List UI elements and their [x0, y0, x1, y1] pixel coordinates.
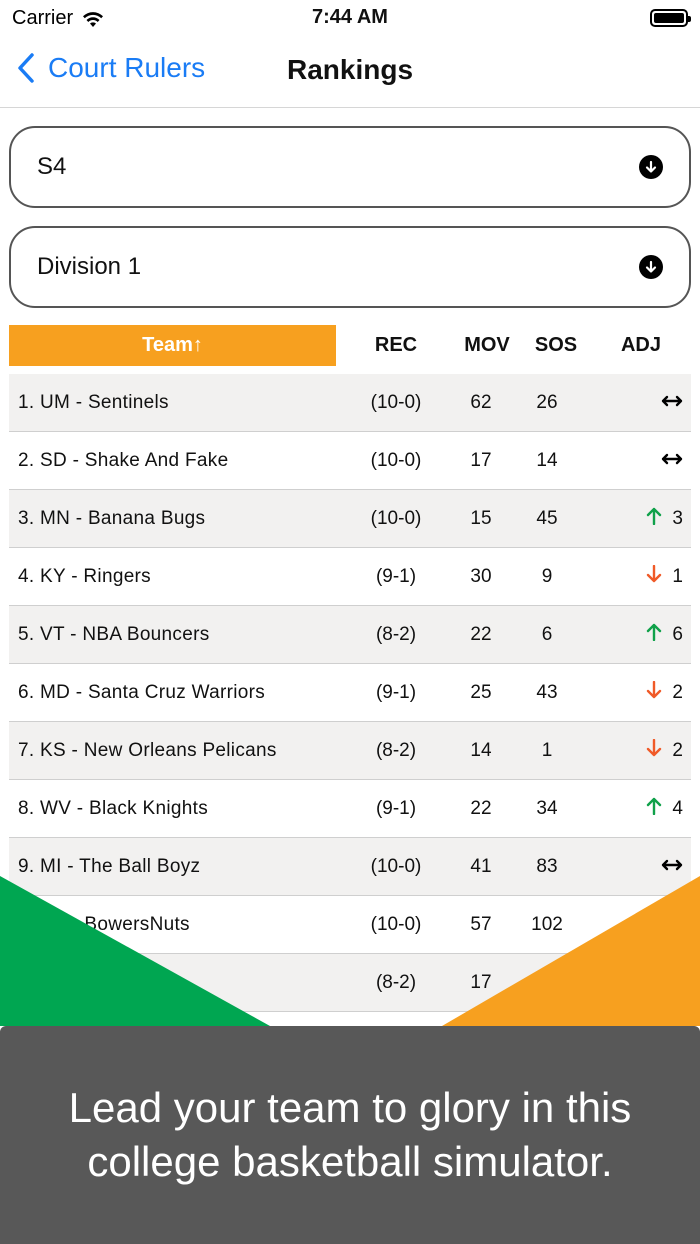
table-row[interactable]: 8. WV - Black Knights (9-1) 22 34 4	[9, 780, 691, 838]
arrow-up-icon	[646, 623, 662, 647]
adj-cell	[661, 374, 683, 431]
adj-value: 3	[672, 507, 683, 529]
arrow-left-right-icon	[661, 856, 683, 878]
sos-cell: 45	[536, 508, 558, 529]
sos-cell: 14	[536, 450, 558, 471]
team-name-cell: 7. KS - New Orleans Pelicans	[18, 740, 277, 761]
rankings-table-header: Team↑ REC MOV SOS ADJ	[9, 325, 691, 366]
arrow-down-circle-icon	[639, 155, 663, 179]
division-value: Division 1	[37, 253, 142, 280]
adj-cell: 2	[646, 722, 683, 779]
sos-cell: 102	[531, 914, 563, 935]
record-cell: (8-2)	[375, 972, 417, 993]
table-row[interactable]: 6. MD - Santa Cruz Warriors (9-1) 25 43 2	[9, 664, 691, 722]
arrow-down-circle-icon	[639, 255, 663, 279]
season-value: S4	[37, 153, 67, 180]
table-row[interactable]: 5. VT - NBA Bouncers (8-2) 22 6 6	[9, 606, 691, 664]
mov-cell: 62	[470, 392, 492, 413]
team-name-cell: 2. SD - Shake And Fake	[18, 450, 229, 471]
clock: 7:44 AM	[312, 6, 388, 28]
record-cell: (10-0)	[370, 450, 422, 471]
sort-sos-header[interactable]: SOS	[525, 325, 587, 366]
mov-cell: 15	[470, 508, 492, 529]
sos-cell: 9	[541, 566, 553, 587]
record-cell: (9-1)	[375, 682, 417, 703]
table-row[interactable]: 2. SD - Shake And Fake (10-0) 17 14	[9, 432, 691, 490]
table-row[interactable]: 4. KY - Ringers (9-1) 30 9 1	[9, 548, 691, 606]
record-cell: (10-0)	[370, 392, 422, 413]
record-cell: (8-2)	[375, 740, 417, 761]
adj-cell: 1	[646, 548, 683, 605]
sos-cell: 6	[541, 624, 553, 645]
adj-value: 1	[672, 565, 683, 587]
sos-cell: 43	[536, 682, 558, 703]
record-cell: (9-1)	[375, 566, 417, 587]
sort-mov-header[interactable]: MOV	[457, 325, 517, 366]
team-name-cell: 4. KY - Ringers	[18, 566, 151, 587]
sort-team-header[interactable]: Team↑	[9, 325, 336, 366]
arrow-left-right-icon	[661, 450, 683, 472]
arrow-left-right-icon	[661, 392, 683, 414]
mov-cell: 30	[470, 566, 492, 587]
adj-cell: 6	[646, 606, 683, 663]
mov-cell: 57	[470, 914, 492, 935]
team-name-cell: 1. UM - Sentinels	[18, 392, 169, 413]
adj-value: 2	[672, 681, 683, 703]
table-row[interactable]: 7. KS - New Orleans Pelicans (8-2) 14 1 2	[9, 722, 691, 780]
record-cell: (10-0)	[370, 508, 422, 529]
season-select[interactable]: S4	[9, 126, 691, 208]
sort-rec-header[interactable]: REC	[361, 325, 431, 366]
mov-cell: 22	[470, 624, 492, 645]
arrow-down-icon	[646, 564, 662, 589]
mov-cell: 14	[470, 740, 492, 761]
status-bar: Carrier 7:44 AM	[0, 0, 700, 36]
arrow-down-icon	[646, 680, 662, 705]
record-cell: (8-2)	[375, 624, 417, 645]
division-select[interactable]: Division 1	[9, 226, 691, 308]
sos-cell: 1	[541, 740, 553, 761]
adj-cell	[661, 838, 683, 895]
table-row[interactable]: 1. UM - Sentinels (10-0) 62 26	[9, 374, 691, 432]
record-cell: (10-0)	[370, 914, 422, 935]
team-name-cell: 9. MI - The Ball Boyz	[18, 856, 201, 877]
sos-cell: 34	[536, 798, 558, 819]
rankings-table: 1. UM - Sentinels (10-0) 62 26 2. SD - Shake…	[9, 374, 691, 1012]
adj-cell: 3	[646, 490, 683, 547]
arrow-up-icon	[646, 797, 662, 821]
adj-value: 2	[672, 739, 683, 761]
mov-cell: 22	[470, 798, 492, 819]
team-name-cell: 3. MN - Banana Bugs	[18, 508, 206, 529]
battery-icon	[650, 9, 691, 27]
team-name-cell: 5. VT - NBA Bouncers	[18, 624, 210, 645]
promo-caption: Lead your team to glory in this college …	[68, 1084, 632, 1185]
record-cell: (9-1)	[375, 798, 417, 819]
sos-cell: 83	[536, 856, 558, 877]
adj-value: 6	[672, 623, 683, 645]
table-row[interactable]: 3. MN - Banana Bugs (10-0) 15 45 3	[9, 490, 691, 548]
adj-cell: 4	[646, 780, 683, 837]
navigation-bar: Court Rulers Rankings	[0, 36, 700, 108]
adj-cell	[661, 432, 683, 489]
team-name-cell: 8. WV - Black Knights	[18, 798, 209, 819]
arrow-down-icon	[646, 738, 662, 763]
promo-banner: Lead your team to glory in this college …	[0, 1026, 700, 1244]
record-cell: (10-0)	[370, 856, 422, 877]
mov-cell: 25	[470, 682, 492, 703]
mov-cell: 17	[470, 450, 492, 471]
arrow-up-icon	[646, 507, 662, 531]
page-title: Rankings	[286, 54, 414, 85]
table-row[interactable]: 9. MI - The Ball Boyz (10-0) 41 83	[9, 838, 691, 896]
adj-cell: 2	[646, 664, 683, 721]
sos-cell: 26	[536, 392, 558, 413]
sort-adj-header[interactable]: ADJ	[609, 325, 673, 366]
team-name-cell: 6. MD - Santa Cruz Warriors	[18, 682, 266, 703]
adj-value: 4	[672, 797, 683, 819]
mov-cell: 41	[470, 856, 492, 877]
